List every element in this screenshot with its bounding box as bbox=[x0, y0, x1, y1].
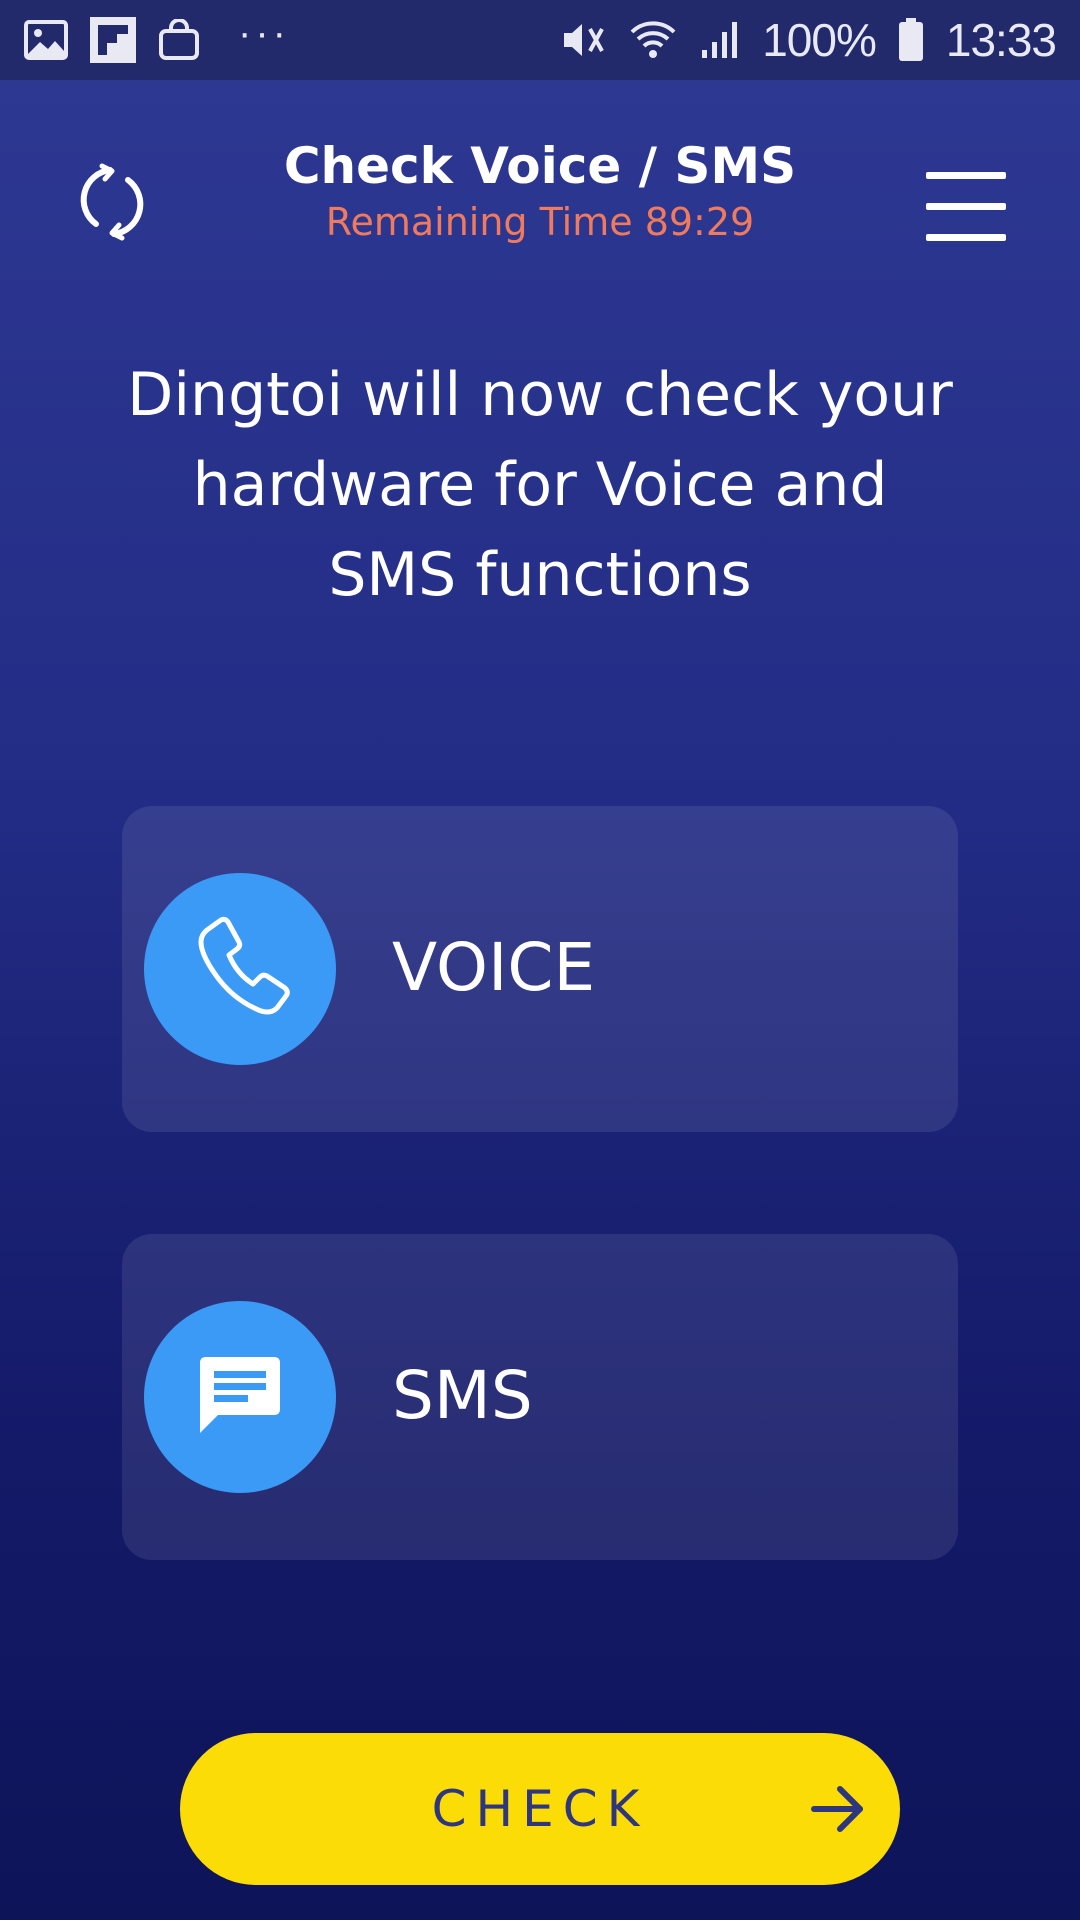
app-header: Check Voice / SMS Remaining Time 89:29 bbox=[0, 80, 1080, 280]
status-bar-right: 100% 13:33 bbox=[560, 13, 1057, 67]
status-bar-left: ··· bbox=[24, 11, 290, 63]
signal-icon bbox=[700, 20, 740, 60]
vibrate-mute-icon bbox=[560, 19, 606, 61]
battery-icon bbox=[898, 18, 924, 62]
shopping-bag-icon bbox=[158, 19, 200, 61]
sms-icon-circle bbox=[144, 1301, 336, 1493]
status-time: 13:33 bbox=[945, 14, 1057, 66]
gallery-icon bbox=[24, 20, 68, 60]
refresh-button[interactable] bbox=[72, 162, 152, 242]
sms-label: SMS bbox=[392, 1357, 533, 1434]
voice-label: VOICE bbox=[392, 929, 596, 1006]
refresh-icon bbox=[72, 163, 152, 246]
check-button[interactable]: CHECK bbox=[180, 1733, 900, 1885]
remaining-time: Remaining Time 89:29 bbox=[325, 200, 755, 244]
status-bar: ··· 100% 13:33 bbox=[0, 0, 1080, 80]
hamburger-menu-icon bbox=[926, 172, 1008, 241]
wifi-icon bbox=[628, 18, 678, 62]
title-block: Check Voice / SMS Remaining Time 89:29 bbox=[240, 136, 840, 248]
more-notifications-indicator: ··· bbox=[238, 10, 290, 55]
voice-icon-circle bbox=[144, 873, 336, 1065]
battery-percentage: 100% bbox=[762, 14, 877, 66]
page-title: Check Voice / SMS bbox=[283, 137, 797, 195]
phone-icon bbox=[185, 912, 295, 1026]
message-icon bbox=[194, 1349, 286, 1445]
arrow-right-icon bbox=[808, 1779, 868, 1839]
check-button-label: CHECK bbox=[431, 1780, 649, 1838]
instruction-text: Dingtoi will now check your hardware for… bbox=[127, 360, 953, 610]
flipboard-icon bbox=[90, 17, 136, 63]
sms-option-card[interactable]: SMS bbox=[122, 1234, 958, 1560]
menu-button[interactable] bbox=[926, 172, 1008, 241]
voice-option-card[interactable]: VOICE bbox=[122, 806, 958, 1132]
